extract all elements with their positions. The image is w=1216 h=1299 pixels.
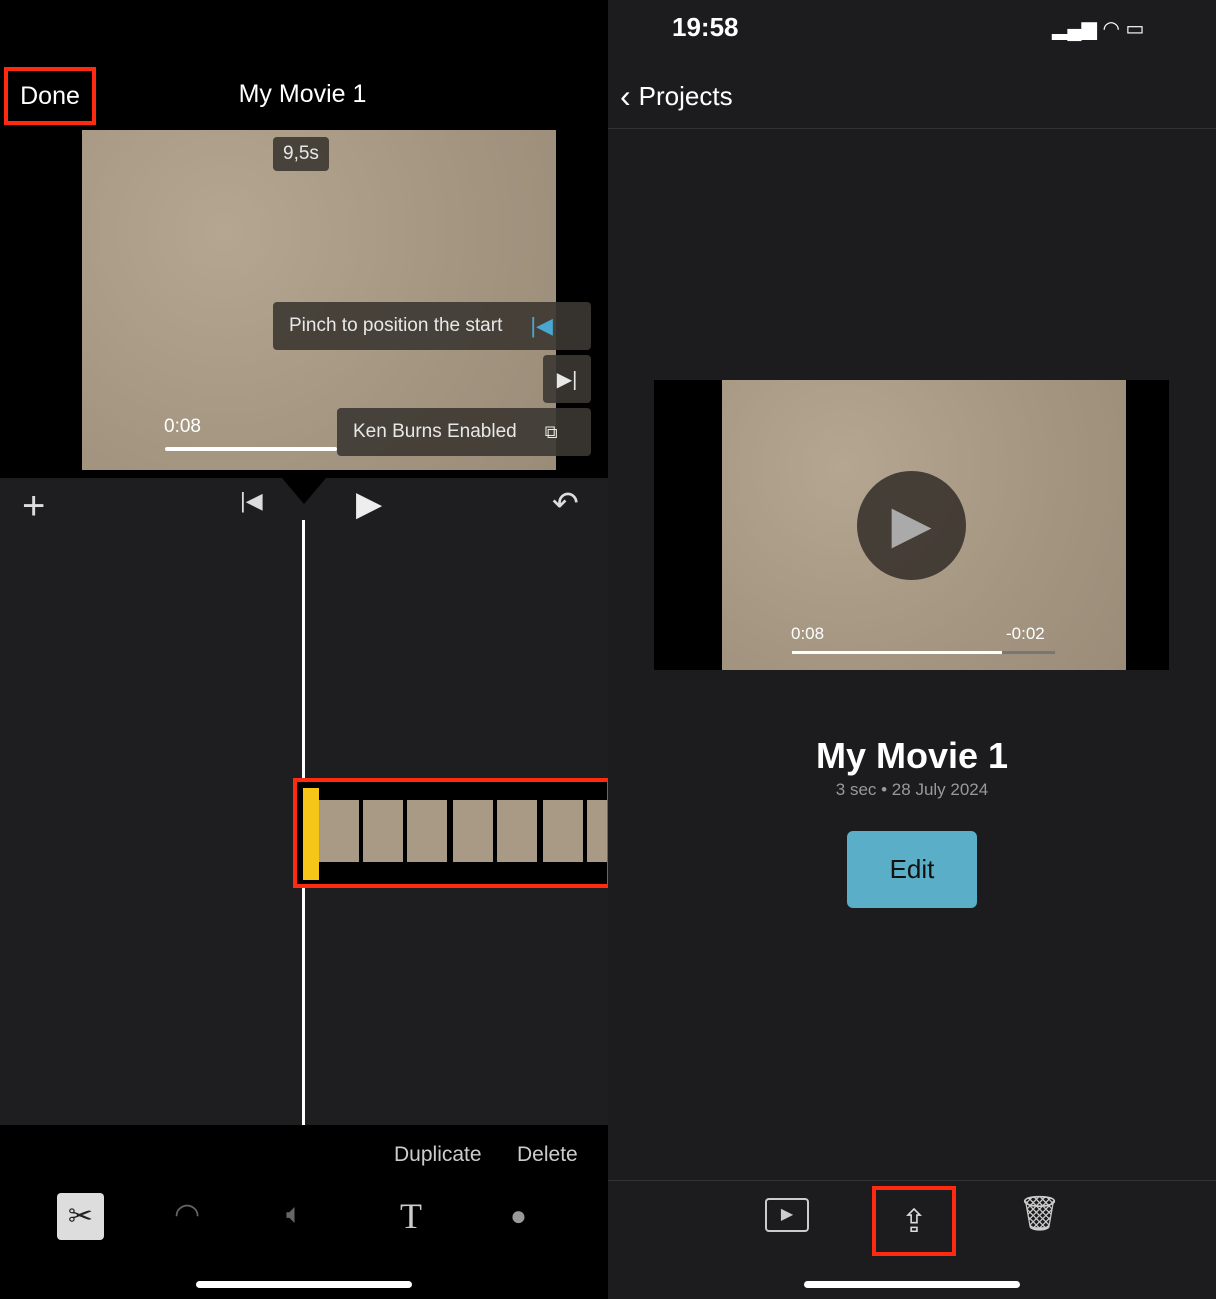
add-icon[interactable]: + bbox=[22, 484, 45, 529]
filters-icon[interactable]: ● bbox=[510, 1200, 527, 1232]
hint-text: Pinch to position the start bbox=[289, 315, 503, 336]
edit-button[interactable]: Edit bbox=[847, 831, 977, 908]
share-icon[interactable]: ⇪ bbox=[872, 1186, 956, 1256]
playback-time: 0:08 bbox=[164, 416, 201, 437]
chevron-left-icon: ‹ bbox=[620, 78, 631, 114]
editor-panel: Done My Movie 1 9,5s Pinch to position t… bbox=[0, 0, 611, 1299]
rewind-icon[interactable]: |◀ bbox=[240, 488, 263, 514]
home-indicator bbox=[196, 1281, 412, 1288]
speed-icon[interactable]: ◠ bbox=[174, 1197, 200, 1232]
duration-badge: 9,5s bbox=[273, 137, 329, 171]
remaining-time: -0:02 bbox=[1006, 624, 1045, 643]
volume-icon[interactable]: 🔈︎ bbox=[286, 1198, 303, 1231]
trash-icon[interactable]: 🗑︎ bbox=[1018, 1194, 1061, 1234]
ken-burns-label: Ken Burns Enabled bbox=[353, 421, 517, 442]
play-icon[interactable]: ▶ bbox=[857, 471, 966, 580]
ken-burns-toggle[interactable]: Ken Burns Enabled ⧉ bbox=[337, 408, 591, 456]
play-movie-icon[interactable]: ▶ bbox=[765, 1198, 809, 1232]
movie-player[interactable]: ▶ 0:08 -0:02 bbox=[654, 380, 1169, 670]
project-meta: 3 sec • 28 July 2024 bbox=[835, 780, 989, 799]
elapsed-time: 0:08 bbox=[791, 624, 825, 643]
clip-filmstrip[interactable] bbox=[293, 778, 611, 888]
done-button[interactable]: Done bbox=[4, 67, 96, 125]
pinch-hint: Pinch to position the start |◀ bbox=[273, 302, 591, 350]
play-icon[interactable]: ▶ bbox=[356, 484, 382, 524]
start-marker-icon[interactable]: |◀ bbox=[530, 313, 553, 339]
back-button[interactable]: ‹ Projects bbox=[620, 78, 733, 115]
delete-button[interactable]: Delete bbox=[517, 1143, 578, 1167]
status-icons: ▂▄▆ ◠ ▭ bbox=[1052, 18, 1145, 40]
status-time: 19:58 bbox=[672, 12, 739, 42]
divider bbox=[608, 1180, 1216, 1181]
page-title: My Movie 1 bbox=[238, 80, 367, 108]
home-indicator bbox=[804, 1281, 1020, 1288]
project-panel: 19:58 ▂▄▆ ◠ ▭ ‹ Projects ▶ 0:08 -0:02 My … bbox=[608, 0, 1216, 1299]
scrub-progress[interactable] bbox=[165, 447, 337, 451]
undo-icon[interactable]: ↶ bbox=[552, 484, 579, 522]
trim-handle[interactable] bbox=[303, 788, 319, 880]
duplicate-button[interactable]: Duplicate bbox=[394, 1143, 482, 1167]
ken-burns-icon: ⧉ bbox=[544, 421, 558, 442]
skip-end-icon[interactable]: ▶| bbox=[543, 355, 591, 403]
divider bbox=[608, 128, 1216, 129]
project-title: My Movie 1 bbox=[815, 735, 1009, 776]
text-icon[interactable]: T bbox=[400, 1195, 422, 1237]
playhead-pointer bbox=[282, 478, 326, 504]
back-label: Projects bbox=[638, 81, 733, 111]
scissors-icon[interactable]: ✂ bbox=[57, 1193, 104, 1240]
